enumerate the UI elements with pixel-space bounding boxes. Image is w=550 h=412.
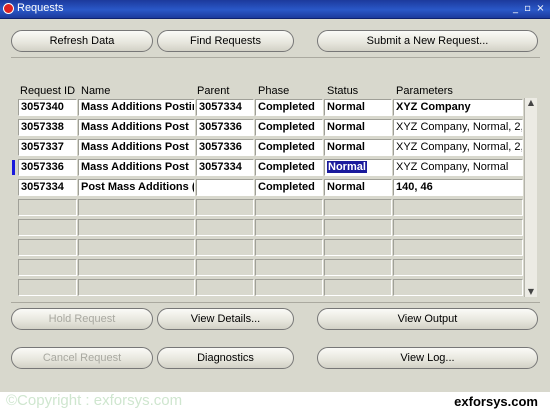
- cell-parameters[interactable]: XYZ Company: [393, 99, 523, 116]
- cell-phase[interactable]: Completed: [255, 119, 323, 136]
- scroll-up-icon[interactable]: ▲: [525, 98, 537, 108]
- cell-status[interactable]: [324, 239, 392, 256]
- oracle-app-icon: [3, 3, 14, 14]
- footer: ©Copyright : exforsys.com exforsys.com: [0, 392, 550, 412]
- cell-request-id[interactable]: [18, 279, 77, 296]
- cell-parameters[interactable]: [393, 279, 523, 296]
- cell-phase[interactable]: Completed: [255, 99, 323, 116]
- header-parent: Parent: [197, 85, 230, 97]
- cell-status[interactable]: Normal: [324, 119, 392, 136]
- cell-parameters[interactable]: [393, 239, 523, 256]
- cell-request-id[interactable]: [18, 219, 77, 236]
- cell-parent[interactable]: 3057336: [196, 119, 254, 136]
- cell-name[interactable]: [78, 199, 195, 216]
- cell-parameters[interactable]: [393, 199, 523, 216]
- cell-parent[interactable]: [196, 179, 254, 196]
- cell-name[interactable]: Mass Additions Posting R: [78, 99, 195, 116]
- cell-name[interactable]: [78, 259, 195, 276]
- vertical-scrollbar[interactable]: ▲ ▼: [524, 98, 537, 297]
- cell-request-id[interactable]: 3057338: [18, 119, 77, 136]
- cell-name[interactable]: [78, 279, 195, 296]
- cell-name[interactable]: Mass Additions Post: [78, 139, 195, 156]
- cell-parameters[interactable]: XYZ Company, Normal, 2,2: [393, 119, 523, 136]
- header-request-id: Request ID: [20, 85, 76, 97]
- cell-parent[interactable]: [196, 239, 254, 256]
- cell-status[interactable]: [324, 199, 392, 216]
- cell-request-id[interactable]: 3057340: [18, 99, 77, 116]
- cell-parameters[interactable]: XYZ Company, Normal: [393, 159, 523, 176]
- cell-request-id[interactable]: [18, 259, 77, 276]
- cell-parent[interactable]: [196, 199, 254, 216]
- cell-parent[interactable]: [196, 279, 254, 296]
- cell-status[interactable]: Normal: [324, 99, 392, 116]
- cell-parent[interactable]: 3057336: [196, 139, 254, 156]
- header-phase: Phase: [258, 85, 290, 97]
- cell-phase[interactable]: Completed: [255, 179, 323, 196]
- cell-name[interactable]: Post Mass Additions (Rep: [78, 179, 195, 196]
- header-status: Status: [327, 85, 359, 97]
- view-details-button[interactable]: View Details...: [157, 308, 294, 330]
- cell-name[interactable]: Mass Additions Post: [78, 119, 195, 136]
- requests-window: Requests _ ▫ × Refresh Data Find Request…: [0, 0, 550, 412]
- cell-name[interactable]: [78, 239, 195, 256]
- cell-name[interactable]: Mass Additions Post: [78, 159, 195, 176]
- maximize-icon[interactable]: ▫: [522, 3, 533, 14]
- cell-request-id[interactable]: 3057334: [18, 179, 77, 196]
- copyright-watermark: ©Copyright : exforsys.com: [6, 392, 183, 409]
- title-bar: Requests _ ▫ ×: [0, 0, 550, 19]
- cell-status[interactable]: Normal: [324, 179, 392, 196]
- cell-status[interactable]: [324, 259, 392, 276]
- window-title: Requests: [17, 2, 64, 14]
- divider: [11, 302, 540, 303]
- header-name: Name: [81, 85, 111, 97]
- cell-status[interactable]: [324, 279, 392, 296]
- cell-phase[interactable]: [255, 239, 323, 256]
- cell-parent[interactable]: [196, 259, 254, 276]
- cell-phase[interactable]: [255, 259, 323, 276]
- close-icon[interactable]: ×: [535, 3, 546, 14]
- selected-status-text: Normal: [327, 161, 367, 173]
- scroll-down-icon[interactable]: ▼: [525, 287, 537, 297]
- submit-new-request-button[interactable]: Submit a New Request...: [317, 30, 538, 52]
- minimize-icon[interactable]: _: [510, 3, 521, 14]
- cell-parent[interactable]: 3057334: [196, 99, 254, 116]
- divider: [11, 57, 540, 58]
- cell-status[interactable]: Normal: [324, 159, 392, 176]
- selected-row-indicator: [12, 160, 15, 175]
- cell-phase[interactable]: [255, 279, 323, 296]
- cell-parameters[interactable]: 140, 46: [393, 179, 523, 196]
- cancel-request-button[interactable]: Cancel Request: [11, 347, 153, 369]
- find-requests-button[interactable]: Find Requests: [157, 30, 294, 52]
- view-output-button[interactable]: View Output: [317, 308, 538, 330]
- cell-parent[interactable]: [196, 219, 254, 236]
- cell-parent[interactable]: 3057334: [196, 159, 254, 176]
- cell-parameters[interactable]: XYZ Company, Normal, 2,1: [393, 139, 523, 156]
- cell-request-id[interactable]: 3057336: [18, 159, 77, 176]
- cell-phase[interactable]: [255, 219, 323, 236]
- brand-label: exforsys.com: [454, 394, 538, 409]
- cell-request-id[interactable]: [18, 239, 77, 256]
- cell-name[interactable]: [78, 219, 195, 236]
- view-log-button[interactable]: View Log...: [317, 347, 538, 369]
- cell-phase[interactable]: Completed: [255, 159, 323, 176]
- cell-request-id[interactable]: [18, 199, 77, 216]
- cell-request-id[interactable]: 3057337: [18, 139, 77, 156]
- cell-phase[interactable]: [255, 199, 323, 216]
- cell-status[interactable]: [324, 219, 392, 236]
- refresh-data-button[interactable]: Refresh Data: [11, 30, 153, 52]
- cell-parameters[interactable]: [393, 219, 523, 236]
- diagnostics-button[interactable]: Diagnostics: [157, 347, 294, 369]
- cell-parameters[interactable]: [393, 259, 523, 276]
- hold-request-button[interactable]: Hold Request: [11, 308, 153, 330]
- header-parameters: Parameters: [396, 85, 453, 97]
- cell-phase[interactable]: Completed: [255, 139, 323, 156]
- cell-status[interactable]: Normal: [324, 139, 392, 156]
